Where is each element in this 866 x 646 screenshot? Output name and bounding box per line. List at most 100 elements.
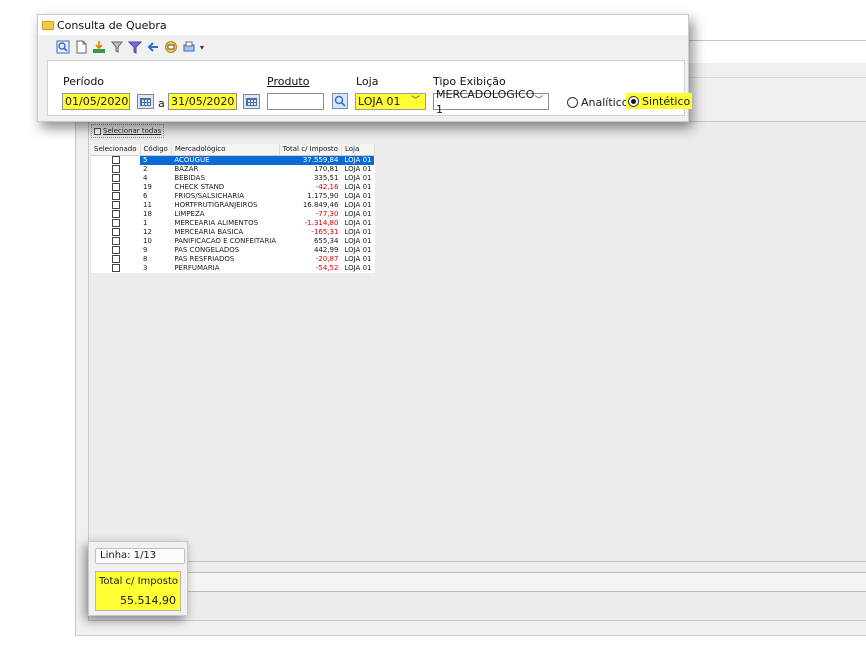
loja-cell: LOJA 01	[344, 228, 372, 236]
row-checkbox-cell[interactable]	[91, 174, 140, 183]
dropdown-arrow-icon[interactable]: ▾	[200, 43, 204, 52]
row-checkbox-cell[interactable]	[91, 210, 140, 219]
periodo-label: Período	[63, 75, 105, 88]
chevron-down-icon: ﹀	[534, 96, 544, 106]
table-row[interactable]: 18 LIMPEZA -77,30 LOJA 01	[91, 210, 374, 219]
date-from-input[interactable]: 01/05/2020	[62, 93, 130, 110]
column-header-codigo[interactable]: Código	[140, 144, 172, 156]
table-row[interactable]: 10 PANIFICACAO E CONFEITARIA 655,34 LOJA 01	[91, 237, 374, 246]
column-header-mercadologico[interactable]: Mercadológico	[171, 144, 280, 156]
table-row[interactable]: 8 PAS RESFRIADOS -20,87 LOJA 01	[91, 255, 374, 264]
table-row[interactable]: 6 FRIOS/SALSICHARIA 1.175,90 LOJA 01	[91, 192, 374, 201]
new-document-icon[interactable]	[74, 40, 88, 54]
row-checkbox[interactable]	[111, 201, 120, 209]
row-checkbox[interactable]	[111, 174, 120, 182]
window-titlebar: Consulta de Quebra	[38, 15, 688, 35]
mercadologico-cell: MERCEARIA BASICA	[174, 228, 244, 236]
total-cell: -42,16	[315, 183, 339, 191]
row-checkbox-cell[interactable]	[91, 219, 140, 228]
totals-strip	[89, 572, 866, 592]
row-checkbox-cell[interactable]	[91, 228, 140, 237]
grid-header-row: Selecionado Código Mercadológico Total c…	[91, 144, 375, 156]
row-checkbox[interactable]	[111, 228, 120, 236]
row-checkbox-cell[interactable]	[91, 264, 140, 273]
toolbar: ▾	[56, 39, 204, 55]
tipo-exibicao-value: MERCADOLOGICO 1	[436, 87, 535, 116]
row-checkbox-cell[interactable]	[91, 192, 140, 201]
row-checkbox-cell[interactable]	[91, 183, 140, 192]
row-checkbox-cell[interactable]	[91, 255, 140, 264]
date-to-calendar-button[interactable]	[243, 94, 260, 109]
codigo-cell: 12	[143, 228, 152, 236]
main-window: Selecionar todas Selecionado Código Merc…	[75, 40, 866, 636]
row-checkbox-cell[interactable]	[91, 246, 140, 255]
row-checkbox[interactable]	[111, 210, 120, 218]
tipo-exibicao-select[interactable]: MERCADOLOGICO 1 ﹀	[433, 88, 549, 116]
table-row[interactable]: 4 BEBIDAS 335,51 LOJA 01	[91, 174, 374, 183]
mercadologico-cell: ACOUGUE	[171, 155, 280, 165]
table-row[interactable]: 3 PERFUMARIA -54,52 LOJA 01	[91, 264, 374, 273]
row-checkbox[interactable]	[111, 219, 120, 227]
column-header-total[interactable]: Total c/ Imposto	[279, 144, 342, 156]
radio-sintetico[interactable]: Sintético	[626, 93, 693, 109]
loja-cell: LOJA 01	[344, 246, 372, 254]
table-row[interactable]: 11 HORTFRUTIGRANJEIROS 16.849,46 LOJA 01	[91, 201, 374, 210]
table-row[interactable]: 2 BAZAR 170,81 LOJA 01	[91, 165, 374, 174]
total-cell: 1.175,90	[307, 192, 339, 200]
loja-select[interactable]: LOJA 01 ﹀	[355, 93, 426, 110]
funnel-filter-icon[interactable]	[128, 40, 142, 54]
table-row[interactable]: 5 ACOUGUE 37.559,84 LOJA 01	[91, 155, 375, 166]
row-checkbox[interactable]	[111, 183, 120, 191]
loja-label: Loja	[356, 75, 379, 88]
codigo-cell: 19	[143, 183, 152, 191]
produto-search-icon[interactable]	[332, 93, 348, 109]
row-checkbox[interactable]	[111, 255, 120, 263]
column-header-loja[interactable]: Loja	[341, 144, 375, 156]
total-cell: 335,51	[313, 174, 339, 182]
print-options-icon[interactable]	[182, 40, 196, 54]
table-row[interactable]: 12 MERCEARIA BASICA -165,31 LOJA 01	[91, 228, 374, 237]
total-cell: 16.849,46	[302, 201, 339, 209]
row-checkbox-cell[interactable]	[91, 165, 140, 174]
row-checkbox[interactable]	[111, 264, 120, 272]
row-checkbox-cell[interactable]	[91, 201, 140, 210]
preview-icon[interactable]	[56, 40, 70, 54]
row-checkbox-cell[interactable]	[91, 156, 140, 166]
print-icon[interactable]	[164, 40, 178, 54]
loja-cell: LOJA 01	[344, 219, 372, 227]
total-cell: -77,30	[315, 210, 339, 218]
row-checkbox[interactable]	[111, 156, 120, 164]
codigo-cell: 6	[143, 192, 148, 200]
filter-toggle-icon[interactable]	[110, 40, 124, 54]
column-header-selecionado[interactable]: Selecionado	[91, 144, 141, 156]
row-checkbox-cell[interactable]	[91, 237, 140, 246]
select-all-checkbox[interactable]: Selecionar todas	[91, 124, 165, 138]
table-row[interactable]: 19 CHECK STAND -42,16 LOJA 01	[91, 183, 374, 192]
table-row[interactable]: 9 PAS CONGELADOS 442,99 LOJA 01	[91, 246, 374, 255]
total-cell: -20,87	[315, 255, 339, 263]
calendar-icon	[140, 98, 151, 106]
mercadologico-cell: FRIOS/SALSICHARIA	[174, 192, 245, 200]
loja-select-value: LOJA 01	[358, 95, 401, 108]
radio-off-icon	[567, 96, 578, 108]
total-cell: 442,99	[313, 246, 339, 254]
row-checkbox[interactable]	[111, 246, 120, 254]
codigo-cell: 2	[143, 165, 148, 173]
back-arrow-icon[interactable]	[146, 40, 160, 54]
codigo-cell: 4	[143, 174, 148, 182]
row-checkbox[interactable]	[111, 192, 120, 200]
mercadologico-cell: LIMPEZA	[174, 210, 205, 218]
row-checkbox[interactable]	[111, 165, 120, 173]
totals-panel: Linha: 1/13 Total c/ Imposto 55.514,90	[88, 541, 188, 616]
produto-input[interactable]	[267, 93, 324, 110]
export-icon[interactable]	[92, 40, 106, 54]
loja-cell: LOJA 01	[344, 237, 372, 245]
table-row[interactable]: 1 MERCEARIA ALIMENTOS -1.314,80 LOJA 01	[91, 219, 374, 228]
loja-cell: LOJA 01	[344, 210, 372, 218]
produto-label: Produto	[267, 75, 310, 88]
date-from-calendar-button[interactable]	[137, 94, 154, 109]
filter-panel: Consulta de Quebra ▾ Período 01/05/2020 …	[37, 14, 693, 122]
row-checkbox[interactable]	[111, 237, 120, 245]
date-to-input[interactable]: 31/05/2020	[168, 93, 237, 110]
radio-analitico[interactable]: Analítico	[567, 94, 629, 110]
